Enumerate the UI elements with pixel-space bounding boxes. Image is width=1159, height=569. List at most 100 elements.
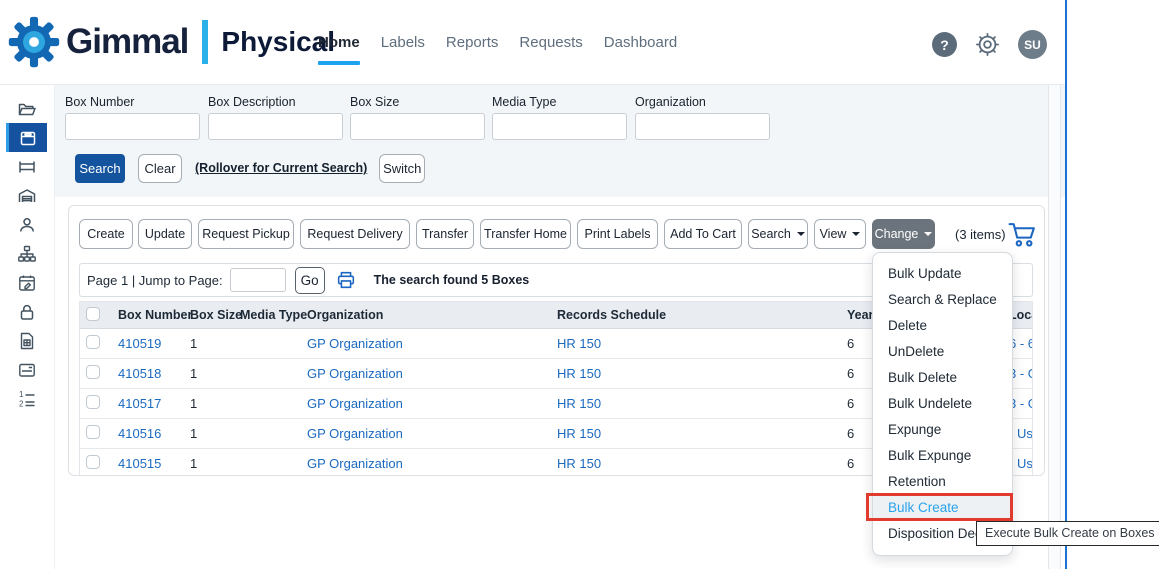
sidebar-item-people[interactable] — [0, 210, 54, 239]
numbered-list-icon: 1 2 — [17, 389, 37, 409]
nav-labels[interactable]: Labels — [381, 0, 425, 85]
menu-item-delete[interactable]: Delete — [873, 313, 1012, 339]
request-pickup-button[interactable]: Request Pickup — [198, 219, 294, 249]
box-size-input[interactable] — [350, 113, 485, 140]
organization-link[interactable]: GP Organization — [307, 336, 557, 351]
col-media-type[interactable]: Media Type — [240, 308, 307, 322]
nav-requests[interactable]: Requests — [519, 0, 582, 85]
sidebar-item-org-chart[interactable] — [0, 239, 54, 268]
update-button[interactable]: Update — [138, 219, 192, 249]
menu-item-search-replace[interactable]: Search & Replace — [873, 287, 1012, 313]
view-dropdown-button[interactable]: View — [814, 219, 866, 249]
org-chart-icon — [17, 244, 37, 264]
organization-link[interactable]: GP Organization — [307, 396, 557, 411]
records-schedule-link[interactable]: HR 150 — [557, 396, 847, 411]
records-schedule-link[interactable]: HR 150 — [557, 426, 847, 441]
row-checkbox[interactable] — [86, 425, 100, 439]
change-dropdown-menu: Bulk Update Search & Replace Delete UnDe… — [872, 252, 1013, 556]
box-number-link[interactable]: 410519 — [118, 336, 190, 351]
organization-link[interactable]: GP Organization — [307, 366, 557, 381]
clear-button[interactable]: Clear — [138, 154, 182, 183]
nav-home[interactable]: Home — [318, 0, 360, 85]
menu-item-bulk-undelete[interactable]: Bulk Undelete — [873, 391, 1012, 417]
records-schedule-link[interactable]: HR 150 — [557, 366, 847, 381]
nav-reports[interactable]: Reports — [446, 0, 499, 85]
select-all-checkbox[interactable] — [86, 307, 100, 321]
menu-item-bulk-update[interactable]: Bulk Update — [873, 261, 1012, 287]
bulk-create-tooltip: Execute Bulk Create on Boxes — [976, 521, 1159, 546]
transfer-button[interactable]: Transfer — [416, 219, 474, 249]
row-checkbox[interactable] — [86, 455, 100, 469]
menu-item-bulk-delete[interactable]: Bulk Delete — [873, 365, 1012, 391]
organization-link[interactable]: GP Organization — [307, 456, 557, 471]
help-icon[interactable]: ? — [932, 32, 957, 57]
add-to-cart-button[interactable]: Add To Cart — [664, 219, 742, 249]
box-number-label: Box Number — [65, 95, 200, 109]
calendar-edit-icon — [17, 273, 37, 293]
settings-gear-icon[interactable] — [974, 31, 1001, 58]
menu-item-bulk-expunge[interactable]: Bulk Expunge — [873, 443, 1012, 469]
transfer-home-button[interactable]: Transfer Home — [480, 219, 571, 249]
print-labels-button[interactable]: Print Labels — [577, 219, 658, 249]
create-button[interactable]: Create — [79, 219, 133, 249]
vertical-scrollbar[interactable] — [1048, 85, 1061, 569]
search-button[interactable]: Search — [75, 154, 125, 183]
row-checkbox[interactable] — [86, 335, 100, 349]
jump-to-page-input[interactable] — [230, 268, 286, 292]
brand-company-name: Gimmal — [66, 22, 188, 62]
person-icon — [17, 215, 37, 235]
printer-icon[interactable] — [335, 269, 357, 291]
sidebar-item-warehouse[interactable] — [0, 181, 54, 210]
records-schedule-link[interactable]: HR 150 — [557, 456, 847, 471]
row-checkbox[interactable] — [86, 395, 100, 409]
change-dropdown-button[interactable]: Change — [872, 219, 935, 249]
header-actions: ? SU — [932, 30, 1047, 59]
sidebar-item-folder-open[interactable] — [0, 94, 54, 123]
sidebar-item-retention-calendar[interactable] — [0, 268, 54, 297]
sidebar-item-boxes[interactable] — [6, 123, 47, 152]
menu-item-expunge[interactable]: Expunge — [873, 417, 1012, 443]
box-number-input[interactable] — [65, 113, 200, 140]
box-number-link[interactable]: 410516 — [118, 426, 190, 441]
rollover-current-search-link[interactable]: (Rollover for Current Search) — [195, 161, 367, 175]
request-delivery-button[interactable]: Request Delivery — [300, 219, 410, 249]
col-organization[interactable]: Organization — [307, 308, 557, 322]
nav-dashboard[interactable]: Dashboard — [604, 0, 677, 85]
search-dropdown-button[interactable]: Search — [748, 219, 808, 249]
organization-input[interactable] — [635, 113, 770, 140]
row-checkbox[interactable] — [86, 365, 100, 379]
svg-text:1: 1 — [19, 390, 24, 399]
col-records-schedule[interactable]: Records Schedule — [557, 308, 847, 322]
col-box-size[interactable]: Box Size — [190, 308, 240, 322]
box-number-link[interactable]: 410515 — [118, 456, 190, 471]
brand-divider — [202, 20, 208, 64]
box-description-label: Box Description — [208, 95, 343, 109]
user-avatar[interactable]: SU — [1018, 30, 1047, 59]
sidebar-item-numbered-list[interactable]: 1 2 — [0, 384, 54, 413]
go-button[interactable]: Go — [295, 267, 325, 294]
media-type-input[interactable] — [492, 113, 627, 140]
box-size-cell: 1 — [190, 336, 240, 351]
sidebar-item-shelves[interactable] — [0, 152, 54, 181]
menu-item-retention[interactable]: Retention — [873, 469, 1012, 495]
sidebar-item-security[interactable] — [0, 297, 54, 326]
switch-button[interactable]: Switch — [379, 154, 425, 183]
organization-link[interactable]: GP Organization — [307, 426, 557, 441]
box-size-label: Box Size — [350, 95, 485, 109]
field-box-description: Box Description — [208, 95, 343, 140]
svg-text:2: 2 — [19, 399, 24, 408]
sidebar-item-reports-doc[interactable] — [0, 326, 54, 355]
sidebar-item-card-view[interactable] — [0, 355, 54, 384]
box-description-input[interactable] — [208, 113, 343, 140]
menu-item-undelete[interactable]: UnDelete — [873, 339, 1012, 365]
organization-label: Organization — [635, 95, 770, 109]
box-number-link[interactable]: 410518 — [118, 366, 190, 381]
brand-logo: Gimmal Physical — [8, 16, 335, 68]
app-edge-line — [1065, 0, 1067, 569]
menu-item-bulk-create[interactable]: Bulk Create — [873, 495, 1012, 521]
box-number-link[interactable]: 410517 — [118, 396, 190, 411]
records-schedule-link[interactable]: HR 150 — [557, 336, 847, 351]
col-box-number[interactable]: Box Number — [118, 308, 190, 322]
shopping-cart-icon[interactable] — [1007, 221, 1037, 248]
box-size-cell: 1 — [190, 456, 240, 471]
